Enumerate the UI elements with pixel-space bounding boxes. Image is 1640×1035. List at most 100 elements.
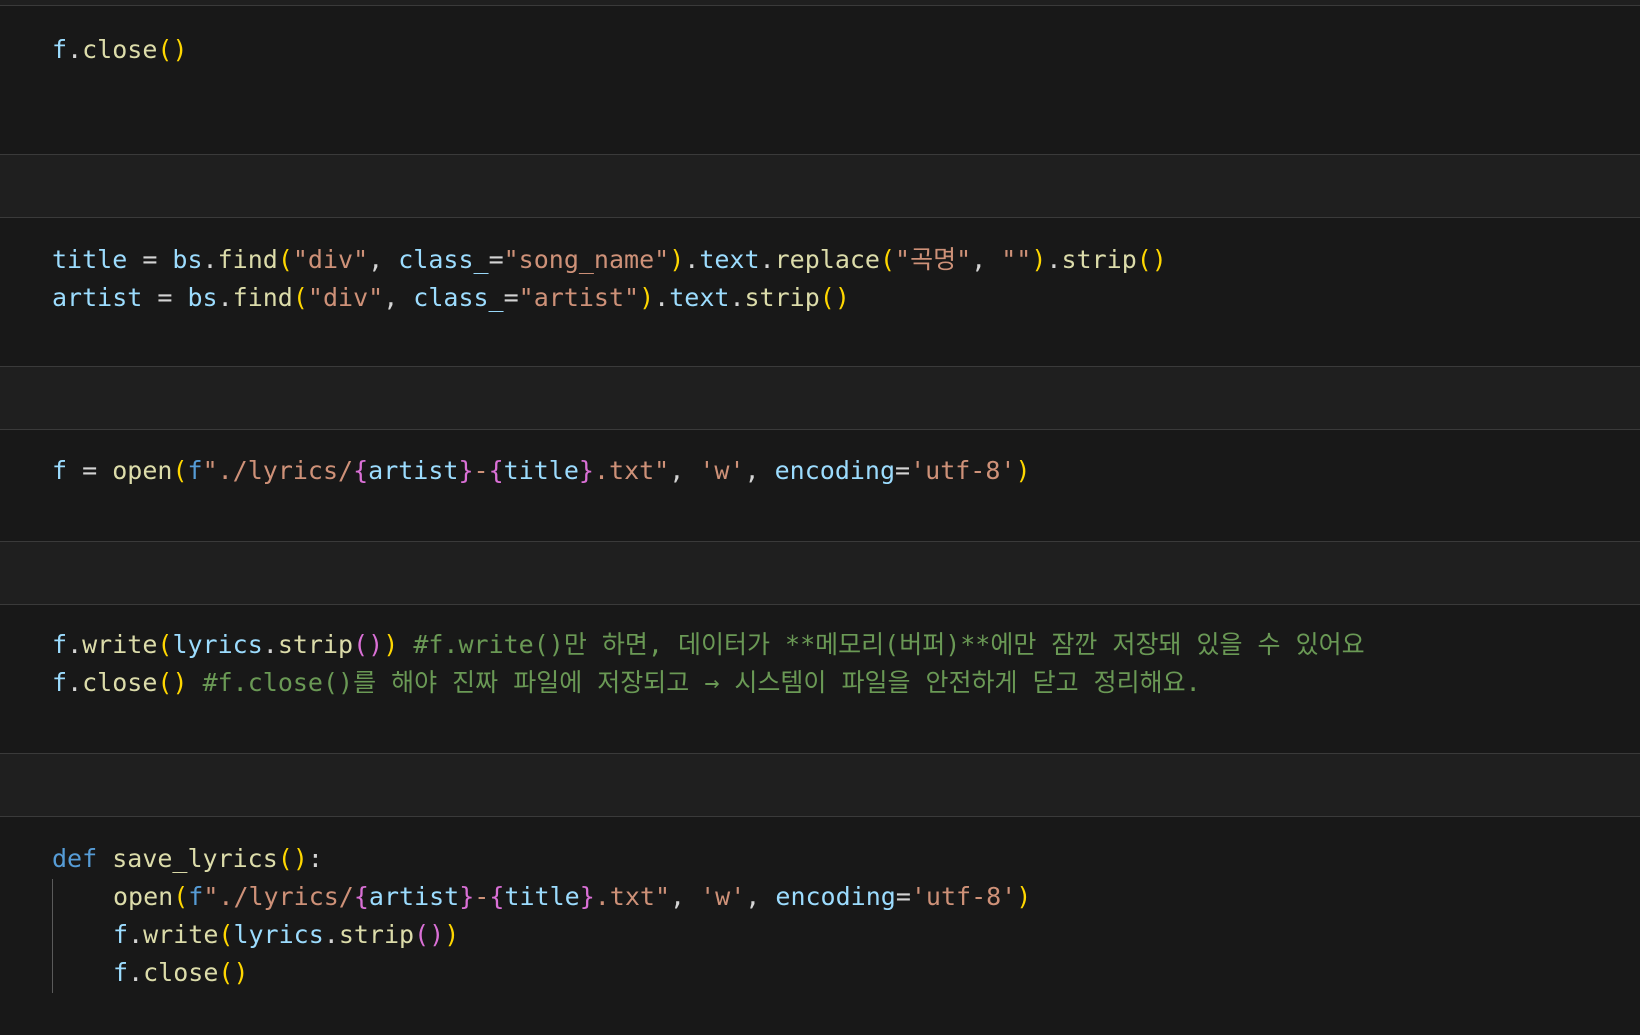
code-token: close — [82, 35, 158, 64]
code-token: () — [414, 920, 445, 949]
code-token: title — [503, 456, 579, 485]
code-token: . — [67, 668, 83, 697]
code-token: def — [52, 844, 98, 873]
code-line: title = bs.find("div", class_="song_name… — [52, 241, 1620, 279]
code-token: ) — [1015, 456, 1031, 485]
code-editor[interactable]: f.write(lyrics.strip()) #f.write()만 하면, … — [52, 626, 1620, 702]
code-token: } — [458, 456, 474, 485]
code-token: . — [759, 245, 775, 274]
code-cell-1[interactable]: f.close() — [0, 5, 1640, 155]
code-line: f.close() — [52, 954, 1620, 992]
code-token: . — [684, 245, 700, 274]
code-token: , — [971, 245, 1002, 274]
code-token: ( — [157, 630, 173, 659]
code-token: . — [217, 283, 233, 312]
code-editor[interactable]: f = open(f"./lyrics/{artist}-{title}.txt… — [52, 452, 1620, 490]
code-line: artist = bs.find("div", class_="artist")… — [52, 279, 1620, 317]
code-token: "artist" — [518, 283, 640, 312]
code-token: ) — [639, 283, 655, 312]
code-token: title — [504, 882, 580, 911]
code-token: { — [353, 456, 369, 485]
code-token: . — [654, 283, 670, 312]
code-token: = — [895, 456, 911, 485]
code-token: , — [383, 283, 414, 312]
notebook-view: f.close() title = bs.find("div", class_=… — [0, 0, 1640, 1035]
code-token: } — [459, 882, 475, 911]
code-editor[interactable]: def save_lyrics(): open(f"./lyrics/{artis… — [52, 840, 1620, 992]
code-comment: #f.write()만 하면, 데이터가 **메모리(버퍼)**에만 잠깐 저장… — [413, 630, 1365, 659]
code-token: "div" — [307, 283, 384, 312]
code-token: "" — [1001, 245, 1032, 274]
code-token: 'utf-8' — [910, 456, 1016, 485]
code-token: strip — [277, 630, 354, 659]
code-token: artist — [52, 283, 143, 312]
code-token: , — [745, 882, 776, 911]
code-token: () — [218, 958, 249, 987]
code-token: () — [157, 668, 188, 697]
code-token: - — [474, 882, 490, 911]
code-token: lyrics — [233, 920, 324, 949]
cell-separator — [0, 754, 1640, 816]
code-token: ( — [172, 456, 188, 485]
code-token: { — [353, 882, 369, 911]
code-token: save_lyrics — [112, 844, 278, 873]
code-token: artist — [368, 882, 460, 911]
code-token: ( — [292, 283, 308, 312]
code-token: ) — [444, 920, 460, 949]
code-token: () — [1136, 245, 1167, 274]
code-cell-4[interactable]: f.write(lyrics.strip()) #f.write()만 하면, … — [0, 604, 1640, 754]
code-token: strip — [338, 920, 415, 949]
code-token: ) — [1016, 882, 1032, 911]
code-line: f = open(f"./lyrics/{artist}-{title}.txt… — [52, 452, 1620, 490]
code-token: . — [262, 630, 278, 659]
code-token: } — [579, 882, 595, 911]
code-token: find — [217, 245, 278, 274]
code-token: ) — [383, 630, 399, 659]
code-token: open — [112, 456, 173, 485]
code-token: , — [670, 882, 701, 911]
code-token: 'utf-8' — [910, 882, 1017, 911]
code-token: 'w' — [700, 882, 746, 911]
code-token: . — [67, 35, 83, 64]
code-token: encoding — [774, 456, 896, 485]
code-cell-2[interactable]: title = bs.find("div", class_="song_name… — [0, 217, 1640, 367]
code-token: close — [82, 668, 158, 697]
code-token: . — [67, 630, 83, 659]
code-line: f.close() #f.close()를 해야 진짜 파일에 저장되고 → 시… — [52, 664, 1620, 702]
code-token: f — [187, 456, 203, 485]
code-editor[interactable]: f.close() — [52, 31, 1620, 69]
code-token: { — [489, 882, 505, 911]
code-cell-3[interactable]: f = open(f"./lyrics/{artist}-{title}.txt… — [0, 429, 1640, 542]
code-token: - — [473, 456, 489, 485]
code-token: () — [819, 283, 850, 312]
code-token: f — [52, 668, 68, 697]
code-token: , — [669, 456, 700, 485]
code-line: f.write(lyrics.strip()) #f.write()만 하면, … — [52, 626, 1620, 664]
code-token: .txt" — [593, 456, 670, 485]
code-token: encoding — [775, 882, 896, 911]
code-token: } — [578, 456, 594, 485]
code-line: f.write(lyrics.strip()) — [52, 916, 1620, 954]
code-token: class_ — [398, 245, 489, 274]
code-token: , — [744, 456, 775, 485]
code-token: text — [699, 245, 760, 274]
cell-separator — [0, 155, 1640, 217]
code-token: 'w' — [699, 456, 745, 485]
code-token: = — [488, 245, 504, 274]
code-token: "./lyrics/ — [203, 882, 354, 911]
code-line: def save_lyrics(): — [52, 840, 1620, 878]
code-token: . — [729, 283, 745, 312]
code-token: ( — [218, 920, 234, 949]
code-token: bs — [172, 245, 203, 274]
code-line: open(f"./lyrics/{artist}-{title}.txt", '… — [52, 878, 1620, 916]
code-token: close — [143, 958, 219, 987]
code-token: text — [669, 283, 730, 312]
code-cell-5[interactable]: def save_lyrics(): open(f"./lyrics/{artis… — [0, 816, 1640, 1035]
code-token: artist — [368, 456, 459, 485]
code-token: f — [113, 920, 129, 949]
code-comment: #f.close()를 해야 진짜 파일에 저장되고 → 시스템이 파일을 안전… — [202, 668, 1201, 697]
code-token: = — [142, 283, 188, 312]
code-editor[interactable]: title = bs.find("div", class_="song_name… — [52, 241, 1620, 317]
code-token: strip — [744, 283, 820, 312]
